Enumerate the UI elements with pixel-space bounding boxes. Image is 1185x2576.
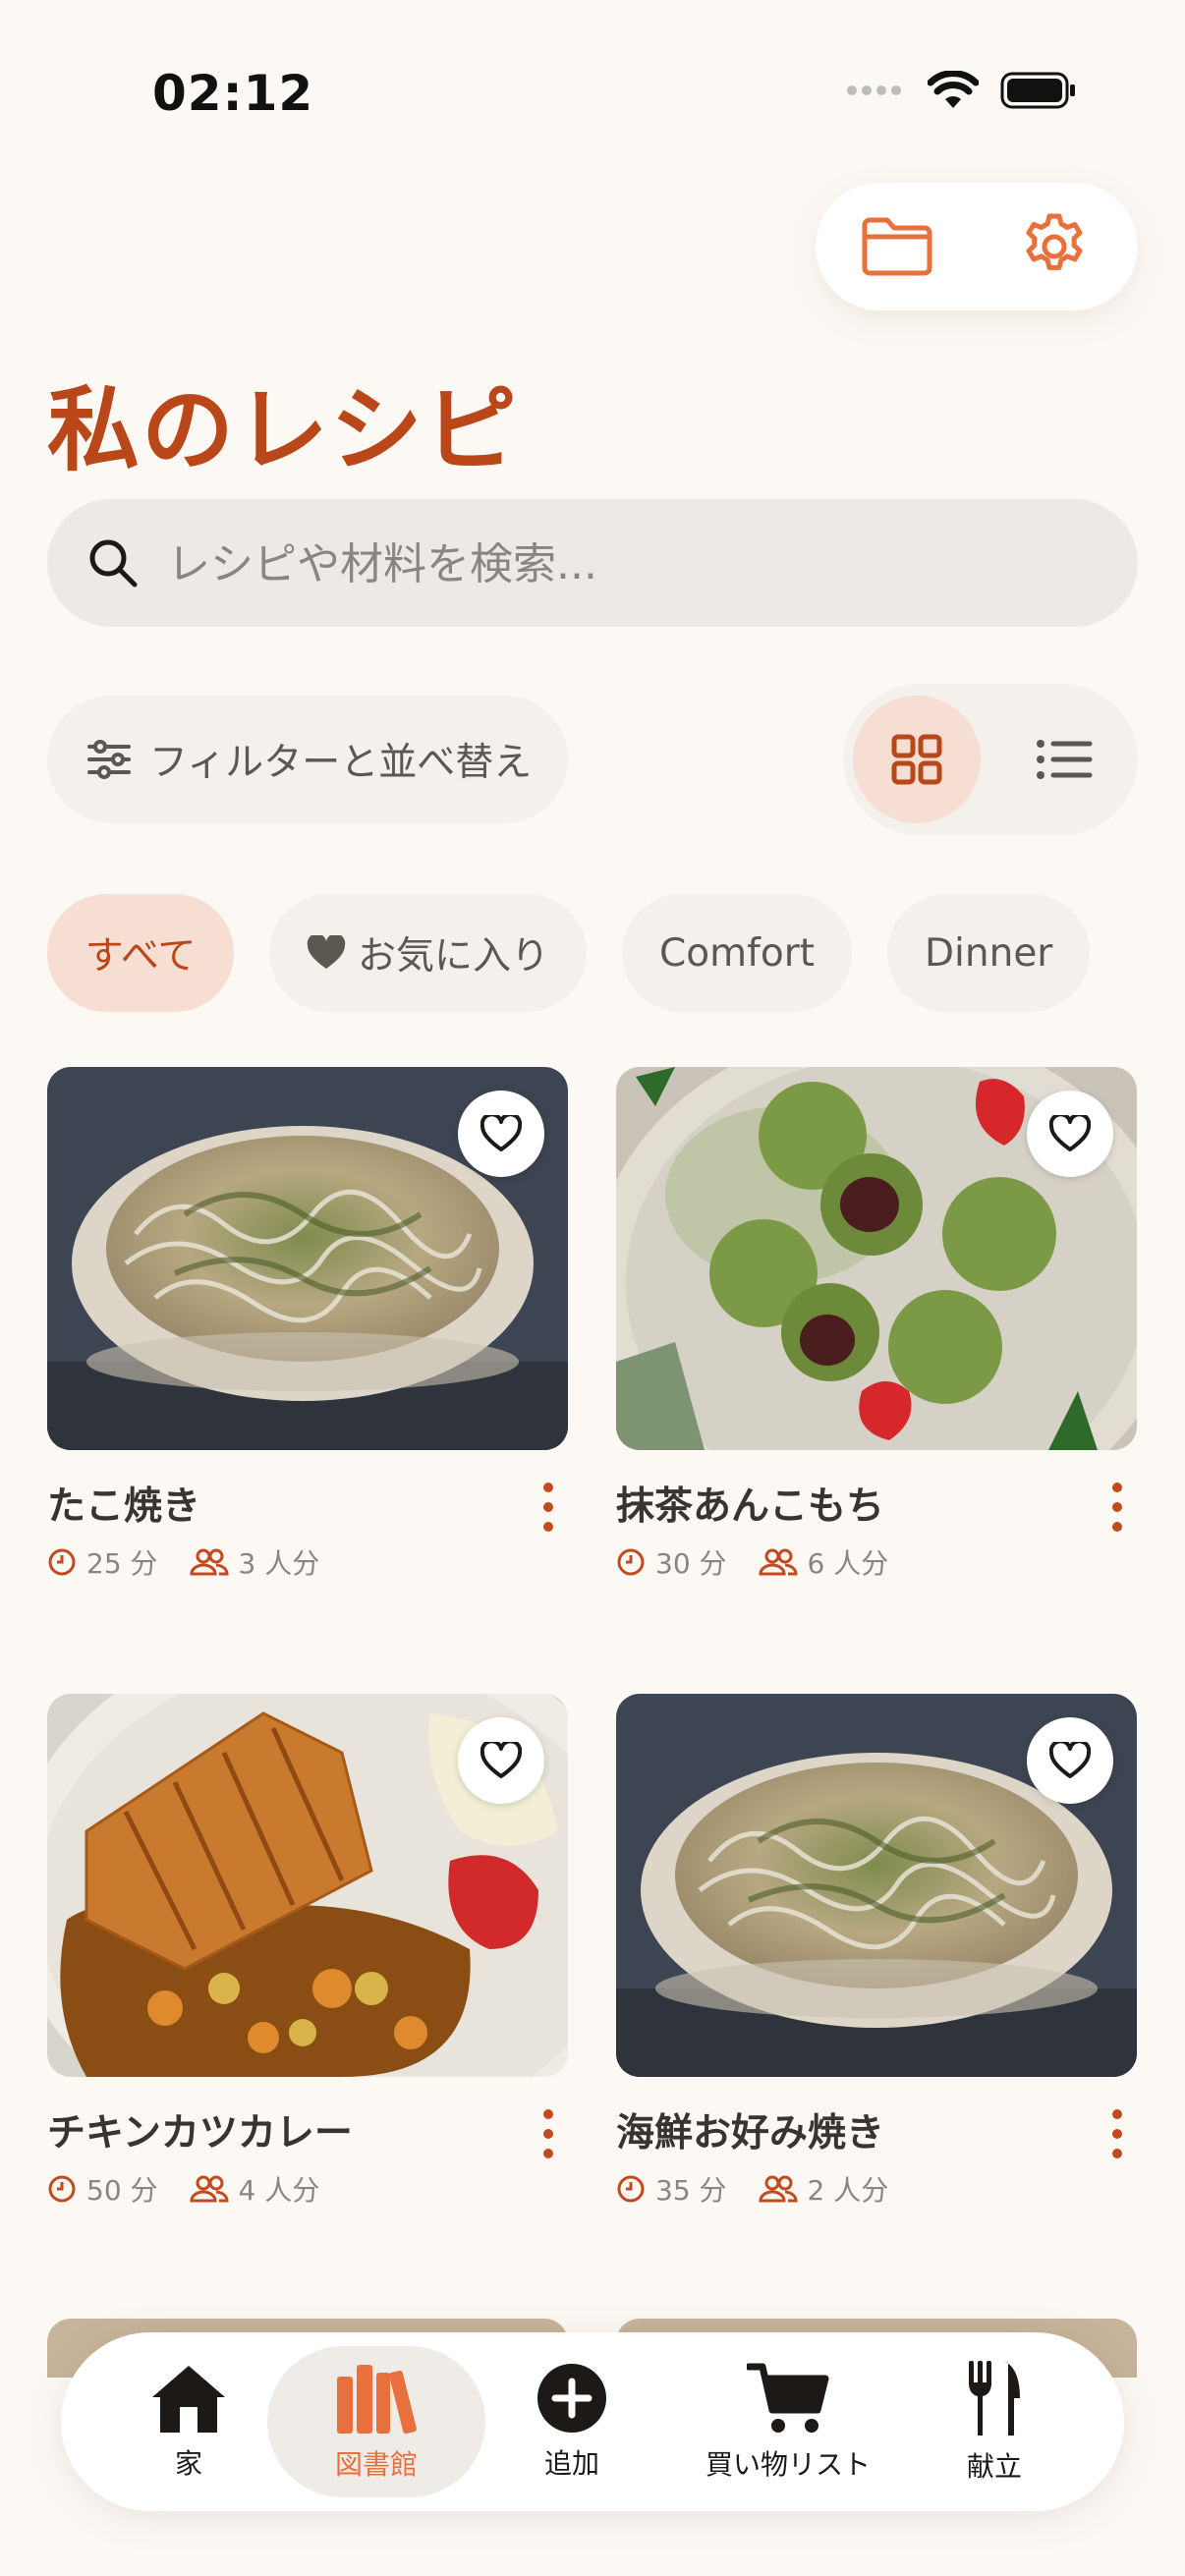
- more-options-icon[interactable]: [1107, 1478, 1127, 1537]
- add-circle-icon: [537, 2364, 606, 2433]
- recipe-time: 25 分: [86, 1547, 158, 1580]
- clock-icon: [616, 2174, 646, 2204]
- nav-label: 家: [174, 2447, 202, 2480]
- chip-favorites[interactable]: お気に入り: [269, 894, 588, 1012]
- heart-icon: [307, 935, 346, 971]
- people-icon: [190, 2174, 229, 2204]
- search-bar: [47, 499, 1138, 629]
- nav-menu[interactable]: 献立: [935, 2332, 1053, 2511]
- chip-dinner[interactable]: Dinner: [887, 894, 1091, 1012]
- signal-icon: [847, 85, 901, 95]
- recipe-name: 抹茶あんこもち: [616, 1484, 885, 1529]
- more-options-icon[interactable]: [538, 2104, 558, 2163]
- recipe-meta: 35 分 2 人分: [616, 2169, 888, 2209]
- folder-icon: [862, 217, 932, 276]
- recipe-photo: [616, 1694, 1137, 2077]
- folder-button[interactable]: [855, 204, 939, 289]
- recipe-name: チキンカツカレー: [47, 2111, 353, 2156]
- view-toggle: [843, 684, 1138, 835]
- nav-add[interactable]: 追加: [513, 2332, 631, 2511]
- status-time: 02:12: [152, 65, 314, 122]
- chip-label: すべて: [85, 934, 197, 979]
- recipe-meta: 30 分 6 人分: [616, 1542, 888, 1582]
- grid-view-button[interactable]: [853, 696, 981, 823]
- heart-outline-icon: [1049, 1742, 1091, 1778]
- favorite-button[interactable]: [458, 1091, 544, 1177]
- chip-comfort[interactable]: Comfort: [622, 894, 853, 1012]
- more-options-icon[interactable]: [1107, 2104, 1127, 2163]
- search-icon: [89, 539, 138, 588]
- category-chips: すべて お気に入り Comfort Dinner: [47, 894, 1091, 1012]
- filter-sort-label: フィルターと並べ替え: [149, 741, 533, 785]
- clock-icon: [616, 1547, 646, 1577]
- list-icon: [1037, 740, 1093, 779]
- more-options-icon[interactable]: [538, 1478, 558, 1537]
- heart-outline-icon: [480, 1115, 522, 1151]
- nav-label: 献立: [966, 2450, 1022, 2483]
- nav-label: 図書館: [334, 2448, 418, 2481]
- top-actions: [816, 183, 1138, 310]
- recipe-card[interactable]: 海鮮お好み焼き 35 分 2 人分: [616, 1694, 1137, 2207]
- nav-shopping-list[interactable]: 買い物リスト: [690, 2332, 886, 2511]
- fork-knife-icon: [969, 2361, 1020, 2436]
- nav-label: 買い物リスト: [705, 2448, 871, 2481]
- battery-icon: [1000, 72, 1075, 109]
- recipe-servings: 3 人分: [238, 1547, 320, 1580]
- home-icon: [152, 2366, 225, 2433]
- cart-icon: [747, 2363, 829, 2433]
- grid-icon: [891, 734, 942, 785]
- heart-outline-icon: [1049, 1115, 1091, 1151]
- recipe-card[interactable]: チキンカツカレー 50 分 4 人分: [47, 1694, 568, 2207]
- list-view-button[interactable]: [1000, 696, 1128, 823]
- status-icons: [847, 71, 1077, 110]
- books-icon: [337, 2365, 417, 2435]
- recipe-time: 30 分: [655, 1547, 727, 1580]
- recipe-name: 海鮮お好み焼き: [616, 2111, 885, 2156]
- bottom-nav: 家 図書館 追加 買い物リスト 献立: [61, 2332, 1124, 2511]
- favorite-button[interactable]: [1027, 1091, 1113, 1177]
- recipe-servings: 2 人分: [807, 2174, 889, 2207]
- recipe-servings: 6 人分: [807, 1547, 889, 1580]
- filter-sort-button[interactable]: フィルターと並べ替え: [47, 696, 568, 823]
- nav-label: 追加: [543, 2447, 599, 2480]
- recipe-photo: [47, 1067, 568, 1450]
- recipe-meta: 25 分 3 人分: [47, 1542, 319, 1582]
- people-icon: [759, 2174, 798, 2204]
- clock-icon: [47, 2174, 77, 2204]
- favorite-button[interactable]: [458, 1717, 544, 1804]
- page-title: 私のレシピ: [47, 377, 520, 484]
- chip-all[interactable]: すべて: [47, 894, 234, 1012]
- recipe-photo: [47, 1694, 568, 2077]
- nav-home[interactable]: 家: [130, 2332, 248, 2511]
- recipe-time: 35 分: [655, 2174, 727, 2207]
- nav-library[interactable]: 図書館: [267, 2346, 485, 2497]
- chip-label: お気に入り: [358, 934, 550, 979]
- people-icon: [759, 1547, 798, 1577]
- sliders-icon: [87, 740, 131, 779]
- recipe-name: たこ焼き: [47, 1484, 201, 1529]
- settings-button[interactable]: [1012, 204, 1097, 289]
- recipe-photo: [616, 1067, 1137, 1450]
- recipe-card[interactable]: たこ焼き 25 分 3 人分: [47, 1067, 568, 1580]
- gear-icon: [1026, 213, 1083, 270]
- search-input[interactable]: [165, 499, 1093, 629]
- favorite-button[interactable]: [1027, 1717, 1113, 1804]
- recipe-meta: 50 分 4 人分: [47, 2169, 319, 2209]
- chip-label: Dinner: [925, 930, 1053, 976]
- heart-outline-icon: [480, 1742, 522, 1778]
- chip-label: Comfort: [659, 930, 816, 976]
- people-icon: [190, 1547, 229, 1577]
- wifi-icon: [928, 71, 979, 108]
- recipe-time: 50 分: [86, 2174, 158, 2207]
- recipe-card[interactable]: 抹茶あんこもち 30 分 6 人分: [616, 1067, 1137, 1580]
- clock-icon: [47, 1547, 77, 1577]
- recipe-servings: 4 人分: [238, 2174, 320, 2207]
